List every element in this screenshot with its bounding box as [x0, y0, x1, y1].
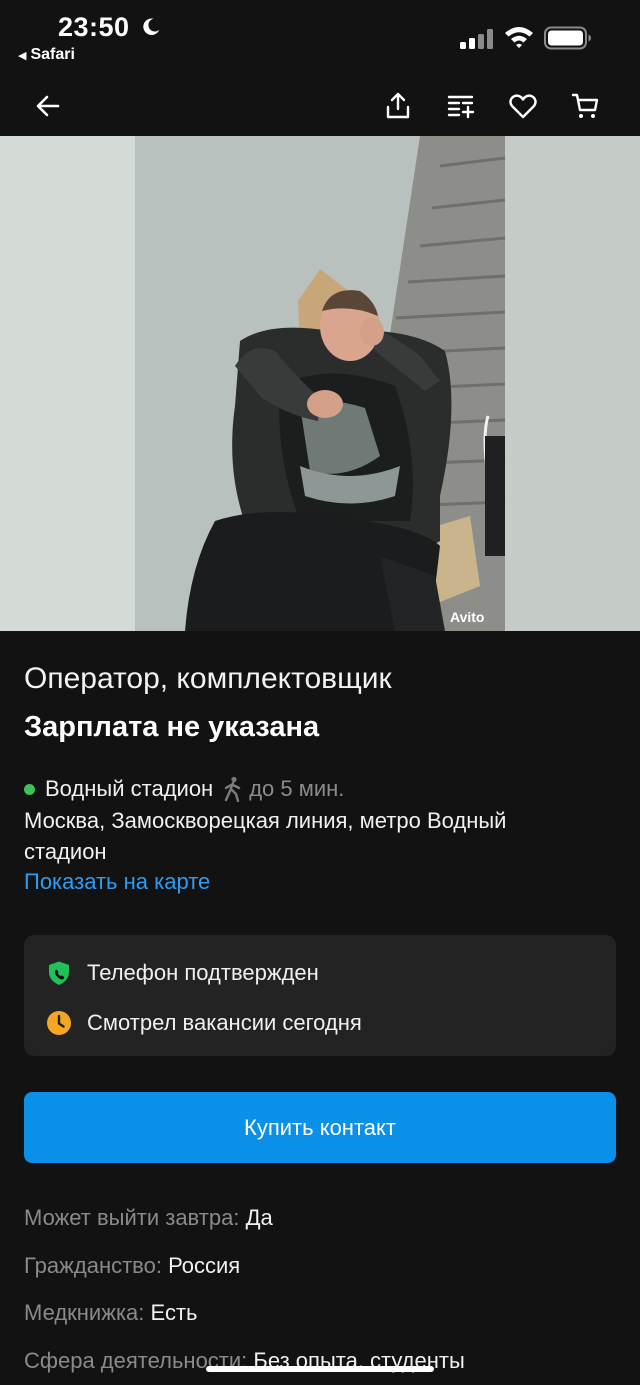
avito-watermark: Avito: [450, 609, 484, 625]
walk-icon: [225, 776, 241, 802]
back-button[interactable]: [28, 86, 68, 126]
photo-image: Avito: [0, 136, 640, 631]
phone-verified-text: Телефон подтвержден: [87, 960, 319, 985]
address: Москва, Замоскворецкая линия, метро Водн…: [24, 808, 507, 864]
buy-contact-button[interactable]: Купить контакт: [24, 1092, 616, 1163]
detail-row: Может выйти завтра: Да: [24, 1205, 273, 1231]
cart-button[interactable]: [565, 86, 605, 126]
viewed-today-row: Смотрел вакансии сегодня: [46, 1007, 362, 1039]
metro-station: Водный стадион: [45, 776, 214, 801]
share-icon: [386, 92, 410, 119]
detail-value: Есть: [150, 1300, 198, 1325]
listing-photo[interactable]: Avito: [0, 136, 640, 631]
cart-icon: [571, 93, 599, 118]
wifi-icon: [505, 27, 533, 48]
back-to-safari-link[interactable]: ◀ Safari: [18, 46, 75, 64]
salary: Зарплата не указана: [24, 711, 320, 743]
compare-button[interactable]: [441, 86, 481, 126]
job-title: Оператор, комплектовщик: [24, 662, 392, 695]
back-app-label: Safari: [30, 46, 75, 63]
walk-time: до 5 мин.: [249, 776, 345, 801]
home-indicator[interactable]: [206, 1366, 434, 1372]
detail-row: Медкнижка: Есть: [24, 1300, 198, 1326]
detail-value: Да: [245, 1205, 273, 1230]
favorite-button[interactable]: [503, 86, 543, 126]
top-nav-bar: [0, 80, 640, 136]
seller-info-card: Телефон подтвержден Смотрел вакансии сег…: [24, 935, 616, 1056]
status-bar: 23:50 ◀ Safari: [0, 0, 640, 80]
status-time: 23:50: [58, 12, 130, 42]
compare-icon: [447, 95, 475, 119]
metro-info: Водный стадион до 5 мин.: [24, 775, 344, 803]
favorite-heart-icon: [509, 94, 537, 119]
detail-label: Может выйти завтра:: [24, 1205, 240, 1230]
detail-label: Медкнижка:: [24, 1300, 145, 1325]
moon-icon: [143, 18, 160, 35]
back-arrow-icon: [36, 95, 60, 117]
signal-icon: [460, 29, 493, 49]
detail-value: Россия: [168, 1253, 241, 1278]
shield-check-icon: [49, 961, 69, 985]
metro-line-dot: [24, 783, 35, 795]
show-on-map-link[interactable]: Показать на карте: [24, 869, 210, 895]
share-button[interactable]: [378, 86, 418, 126]
detail-row: Гражданство: Россия: [24, 1253, 240, 1279]
app-screen: 23:50 ◀ Safari Avito Оператор, комплекто…: [0, 0, 640, 1385]
clock-icon: [47, 1011, 71, 1035]
battery-icon: [544, 26, 591, 50]
phone-verified-row: Телефон подтвержден: [46, 957, 319, 989]
detail-label: Гражданство:: [24, 1253, 162, 1278]
viewed-today-text: Смотрел вакансии сегодня: [87, 1010, 362, 1035]
